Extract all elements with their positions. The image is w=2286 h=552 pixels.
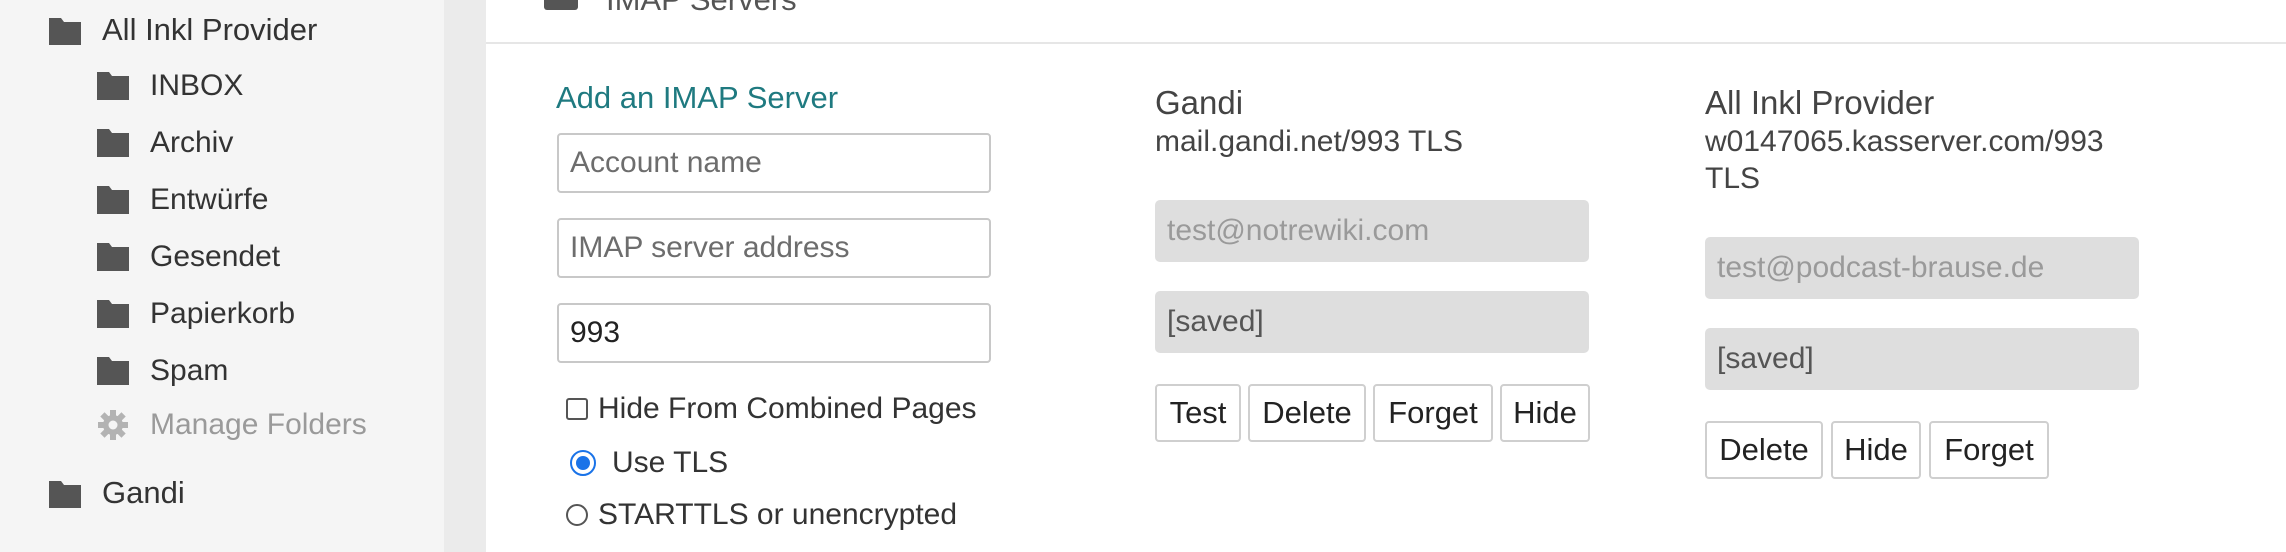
account-name-input[interactable] xyxy=(557,133,991,193)
add-imap-server-title: Add an IMAP Server xyxy=(556,80,839,115)
imap-section-header[interactable]: IMAP Servers xyxy=(486,0,2286,44)
sidebar-account-gandi[interactable]: Gandi xyxy=(48,473,185,513)
folder-icon xyxy=(97,72,129,100)
imap-port-input[interactable] xyxy=(557,303,991,363)
folder-icon xyxy=(49,18,81,45)
sidebar-folder-label: Archiv xyxy=(150,126,234,159)
sidebar-account-label: All Inkl Provider xyxy=(102,12,318,47)
hide-combined-pages-checkbox[interactable] xyxy=(566,398,588,420)
settings-main: IMAP Servers Add an IMAP Server Hide Fro… xyxy=(486,0,2286,552)
imap-server-address-input[interactable] xyxy=(557,218,991,278)
delete-button[interactable]: Delete xyxy=(1705,421,1823,479)
manage-folders-label: Manage Folders xyxy=(150,408,367,441)
account-name: Gandi xyxy=(1155,84,1244,121)
test-button[interactable]: Test xyxy=(1155,384,1241,442)
folder-icon xyxy=(97,300,129,328)
account-password-field: [saved] xyxy=(1705,328,2139,390)
use-tls-label: Use TLS xyxy=(612,446,729,479)
account-server: w0147065.kasserver.com/993 TLS xyxy=(1705,125,2104,195)
sidebar-account-all-inkl[interactable]: All Inkl Provider xyxy=(48,10,317,50)
sidebar-folder-archiv[interactable]: Archiv xyxy=(96,123,233,163)
starttls-label: STARTTLS or unencrypted xyxy=(598,498,958,531)
sidebar-folder-label: Gesendet xyxy=(150,240,281,273)
sidebar-folder-entwuerfe[interactable]: Entwürfe xyxy=(96,180,268,220)
forget-button[interactable]: Forget xyxy=(1373,384,1493,442)
folder-icon xyxy=(97,357,129,385)
folder-sidebar: All Inkl Provider INBOX Archiv Entwürfe … xyxy=(0,0,444,552)
hide-combined-pages-label: Hide From Combined Pages xyxy=(598,392,977,425)
sidebar-manage-folders[interactable]: Manage Folders xyxy=(96,405,367,445)
sidebar-folder-label: Spam xyxy=(150,354,229,387)
sidebar-folder-gesendet[interactable]: Gesendet xyxy=(96,237,280,277)
use-tls-option[interactable]: Use TLS xyxy=(566,446,728,480)
sidebar-folder-label: Papierkorb xyxy=(150,297,296,330)
account-password-field: [saved] xyxy=(1155,291,1589,353)
hide-button[interactable]: Hide xyxy=(1500,384,1590,442)
sidebar-folder-inbox[interactable]: INBOX xyxy=(96,66,243,106)
gear-icon xyxy=(98,410,128,440)
sidebar-folder-label: Entwürfe xyxy=(150,183,269,216)
starttls-radio[interactable] xyxy=(566,504,588,526)
folder-icon xyxy=(97,186,129,214)
sidebar-folder-papierkorb[interactable]: Papierkorb xyxy=(96,294,295,334)
account-username-field: test@notrewiki.com xyxy=(1155,200,1589,262)
account-server: mail.gandi.net/993 TLS xyxy=(1155,125,1463,158)
section-collapse-icon xyxy=(544,0,578,10)
sidebar-folder-label: INBOX xyxy=(150,69,244,102)
hide-button[interactable]: Hide xyxy=(1831,421,1921,479)
folder-icon xyxy=(97,243,129,271)
folder-icon xyxy=(49,481,81,508)
hide-combined-pages-option[interactable]: Hide From Combined Pages xyxy=(566,392,977,426)
sidebar-gutter xyxy=(444,0,486,552)
forget-button[interactable]: Forget xyxy=(1929,421,2049,479)
account-name: All Inkl Provider xyxy=(1705,84,1935,121)
section-title: IMAP Servers xyxy=(606,0,797,18)
delete-button[interactable]: Delete xyxy=(1248,384,1366,442)
sidebar-folder-spam[interactable]: Spam xyxy=(96,351,228,391)
use-tls-radio[interactable] xyxy=(570,450,596,476)
starttls-option[interactable]: STARTTLS or unencrypted xyxy=(566,498,957,532)
folder-icon xyxy=(97,129,129,157)
sidebar-account-label: Gandi xyxy=(102,475,185,510)
account-username-field: test@podcast-brause.de xyxy=(1705,237,2139,299)
